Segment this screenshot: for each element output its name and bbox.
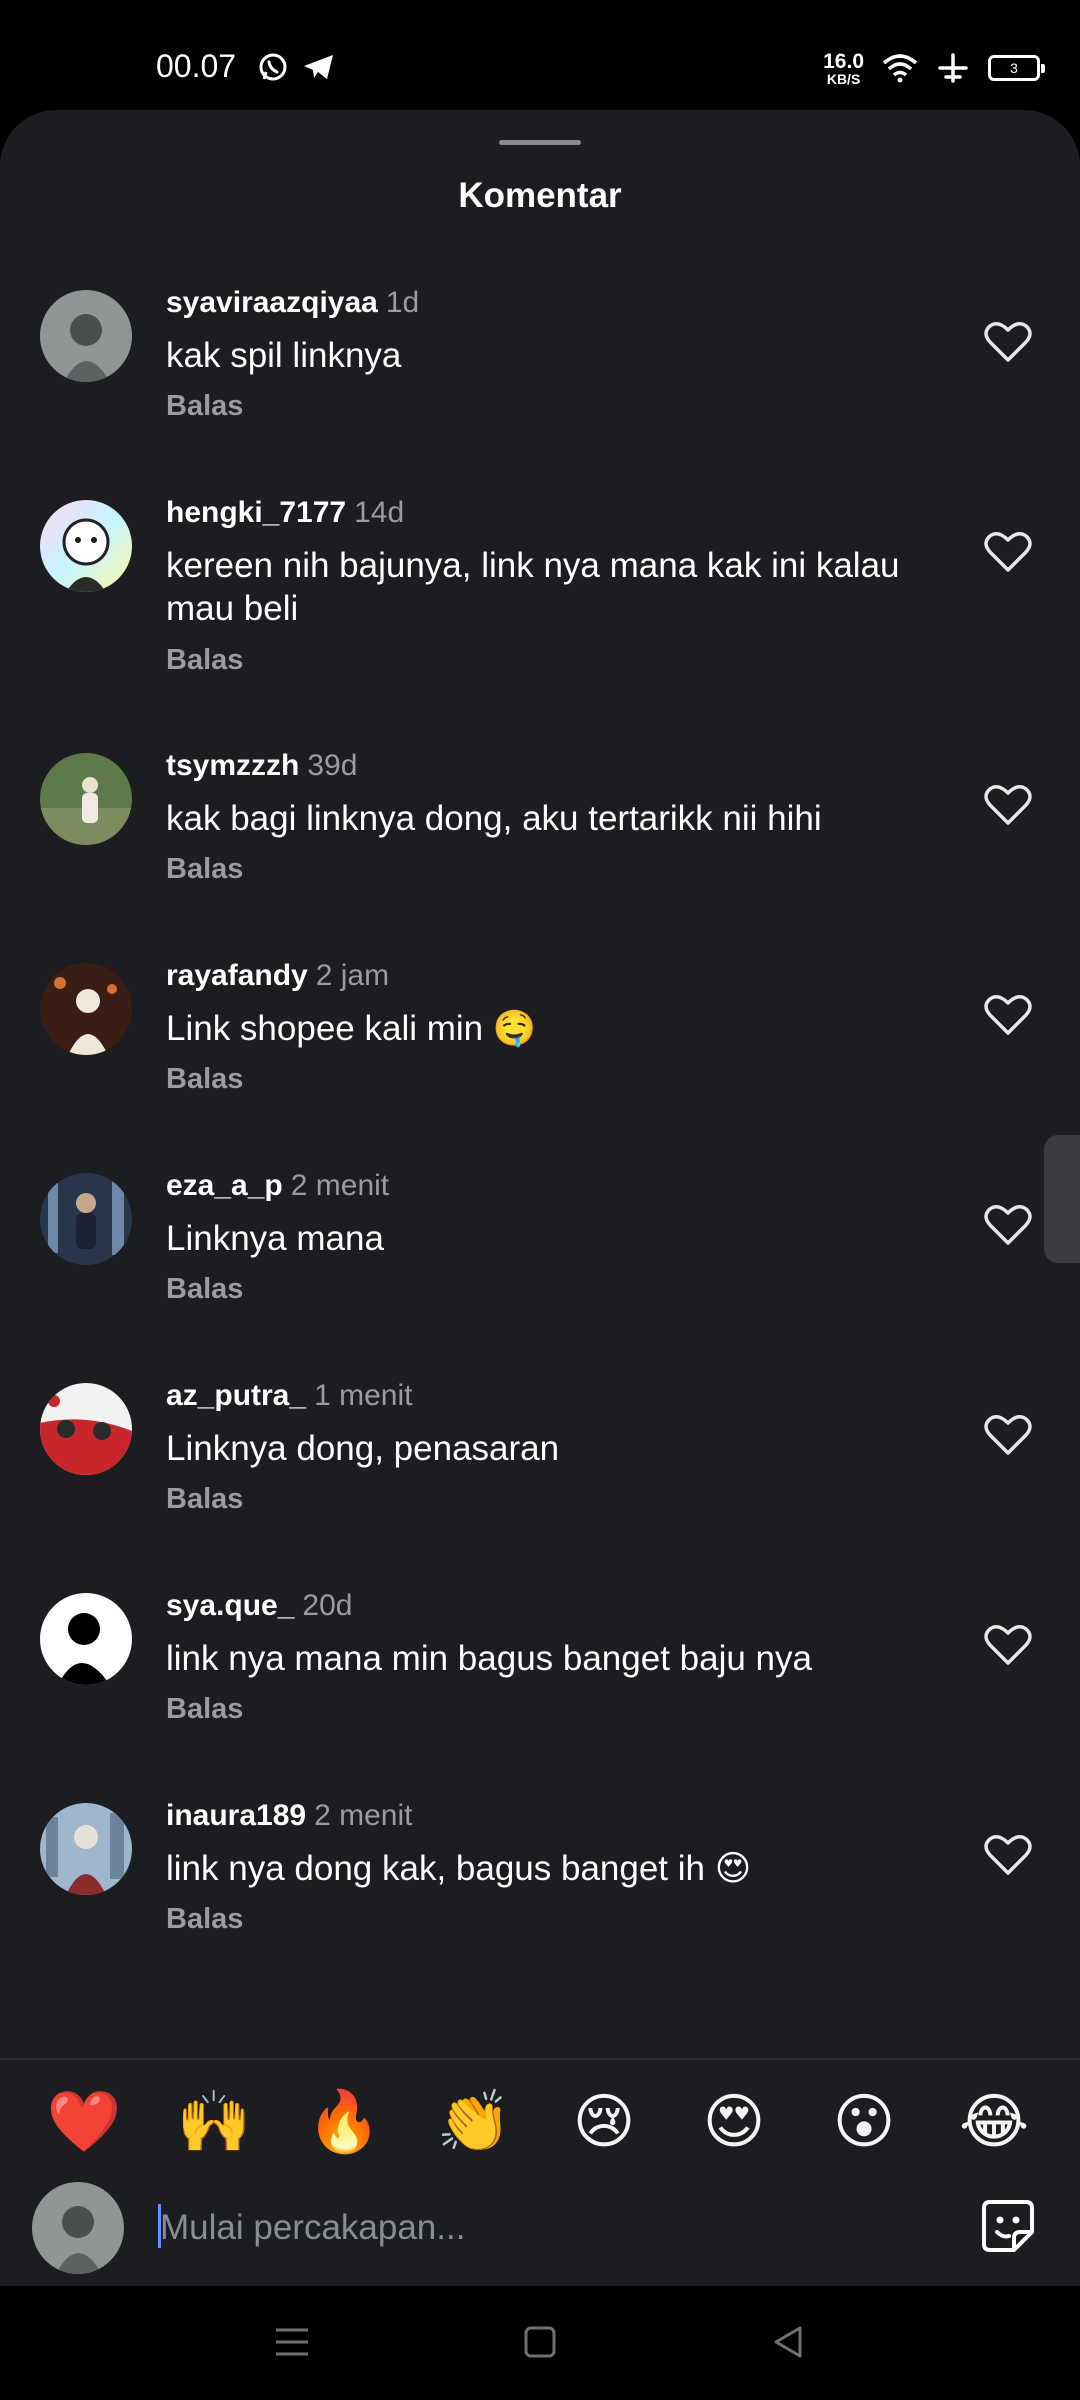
comment-input[interactable]	[158, 2196, 938, 2260]
reply-button[interactable]: Balas	[166, 390, 243, 423]
avatar[interactable]	[40, 500, 132, 592]
reply-button[interactable]: Balas	[166, 853, 243, 886]
reaction-sad[interactable]: 😢	[564, 2090, 644, 2154]
reply-button[interactable]: Balas	[166, 1483, 243, 1516]
heart-icon[interactable]	[984, 1623, 1032, 1667]
comment-text: kereen nih bajunya, link nya mana kak in…	[166, 546, 900, 628]
reaction-raised-hands[interactable]: 🙌	[174, 2090, 254, 2154]
comment-item: eza_a_p 2 menit Linknya mana Balas	[0, 1169, 1080, 1383]
comment-item: az_putra_ 1 menit Linknya dong, penasaran…	[0, 1379, 1080, 1593]
username[interactable]: az_putra_	[166, 1379, 306, 1412]
heart-icon[interactable]	[984, 320, 1032, 364]
back-icon[interactable]	[768, 2322, 808, 2362]
heart-icon[interactable]	[984, 1413, 1032, 1457]
username[interactable]: rayafandy	[166, 959, 308, 992]
username[interactable]: tsymzzzh	[166, 749, 299, 782]
username[interactable]: hengki_7177	[166, 496, 346, 529]
network-speed-unit: KB/S	[826, 70, 861, 87]
heart-icon[interactable]	[984, 1203, 1032, 1247]
avatar[interactable]	[40, 1593, 132, 1685]
avatar[interactable]	[40, 753, 132, 845]
comment-header: eza_a_p 2 menit	[166, 1169, 389, 1203]
heart-icon[interactable]	[984, 1833, 1032, 1877]
reaction-clap[interactable]: 👏	[434, 2090, 514, 2154]
comment-header: tsymzzzh 39d	[166, 749, 357, 783]
comment-text: link nya dong kak, bagus banget ih 😍	[166, 1849, 752, 1888]
avatar[interactable]	[40, 1173, 132, 1265]
comments-sheet: Komentar syaviraazqiyaa 1d kak spil linkn…	[0, 110, 1080, 2285]
username[interactable]: inaura189	[166, 1799, 306, 1832]
comment-time: 2 jam	[315, 959, 390, 992]
comment-text: kak spil linknya	[166, 336, 402, 375]
comment-header: az_putra_ 1 menit	[166, 1379, 412, 1413]
avatar[interactable]	[40, 290, 132, 382]
reply-button[interactable]: Balas	[166, 1273, 243, 1306]
avatar[interactable]	[40, 963, 132, 1055]
reaction-heart-eyes[interactable]: 😍	[694, 2090, 774, 2154]
reaction-surprised[interactable]: 😮	[824, 2090, 904, 2154]
wifi-icon	[882, 54, 918, 83]
sheet-title: Komentar	[458, 176, 622, 215]
network-speed-value: 16.0	[823, 49, 864, 73]
comment-composer	[0, 2182, 1080, 2286]
comment-header: syaviraazqiyaa 1d	[166, 286, 419, 320]
system-nav-bar	[0, 2286, 1080, 2400]
comment-time: 2 menit	[290, 1169, 390, 1202]
comment-text: kak bagi linknya dong, aku tertarikk nii…	[166, 799, 822, 838]
comment-time: 39d	[307, 749, 358, 782]
comment-time: 1 menit	[314, 1379, 413, 1412]
comment-header: sya.que_ 20d	[166, 1589, 352, 1623]
comment-item: inaura189 2 menit link nya dong kak, bagu…	[0, 1799, 1080, 2013]
battery-level: 3	[1010, 60, 1018, 76]
comment-item: syaviraazqiyaa 1d kak spil linknya Balas	[0, 286, 1080, 500]
status-icons: 16.0 KB/S 3	[823, 48, 1045, 88]
status-time: 00.07	[156, 48, 237, 84]
home-icon[interactable]	[520, 2322, 560, 2362]
heart-icon[interactable]	[984, 993, 1032, 1037]
comment-text: Link shopee kali min 🤤	[166, 1009, 537, 1048]
network-speed: 16.0 KB/S	[823, 51, 864, 86]
reaction-bar: ❤️ 🙌 🔥 👏 😢 😍 😮 😂	[0, 2058, 1080, 2182]
username[interactable]: syaviraazqiyaa	[166, 286, 378, 319]
battery-icon: 3	[988, 55, 1045, 81]
avatar	[32, 2182, 124, 2274]
whatsapp-icon	[259, 53, 287, 81]
scrollbar-thumb[interactable]	[1044, 1135, 1080, 1263]
status-bar: 00.07 16.0 KB/S 3	[0, 0, 1080, 110]
heart-icon[interactable]	[984, 530, 1032, 574]
reaction-fire[interactable]: 🔥	[304, 2090, 384, 2154]
comment-time: 1d	[385, 286, 420, 319]
comment-item: tsymzzzh 39d kak bagi linknya dong, aku t…	[0, 749, 1080, 963]
comment-text: link nya mana min bagus banget baju nya	[166, 1639, 812, 1678]
reply-button[interactable]: Balas	[166, 1903, 243, 1936]
comment-time: 2 menit	[314, 1799, 413, 1832]
reply-button[interactable]: Balas	[166, 1063, 243, 1096]
comment-header: rayafandy 2 jam	[166, 959, 389, 993]
comment-header: hengki_7177 14d	[166, 496, 404, 530]
avatar[interactable]	[40, 1383, 132, 1475]
comment-item: sya.que_ 20d link nya mana min bagus bang…	[0, 1589, 1080, 1803]
reply-button[interactable]: Balas	[166, 644, 243, 677]
drag-handle[interactable]	[499, 140, 581, 145]
comment-header: inaura189 2 menit	[166, 1799, 412, 1833]
comment-text: Linknya mana	[166, 1219, 384, 1258]
heart-icon[interactable]	[984, 783, 1032, 827]
comment-item: rayafandy 2 jam Link shopee kali min 🤤 Ba…	[0, 959, 1080, 1173]
comment-text: Linknya dong, penasaran	[166, 1429, 560, 1468]
comment-item: hengki_7177 14d kereen nih bajunya, link …	[0, 496, 1080, 710]
reaction-laugh[interactable]: 😂	[954, 2090, 1034, 2154]
comment-time: 20d	[302, 1589, 353, 1622]
comment-time: 14d	[354, 496, 405, 529]
avatar[interactable]	[40, 1803, 132, 1895]
menu-icon[interactable]	[272, 2322, 312, 2362]
username[interactable]: sya.que_	[166, 1589, 294, 1622]
telegram-icon	[304, 55, 333, 79]
airplane-icon	[938, 53, 968, 83]
sticker-icon[interactable]	[978, 2196, 1038, 2256]
reply-button[interactable]: Balas	[166, 1693, 243, 1726]
username[interactable]: eza_a_p	[166, 1169, 283, 1202]
reaction-heart[interactable]: ❤️	[44, 2090, 124, 2154]
